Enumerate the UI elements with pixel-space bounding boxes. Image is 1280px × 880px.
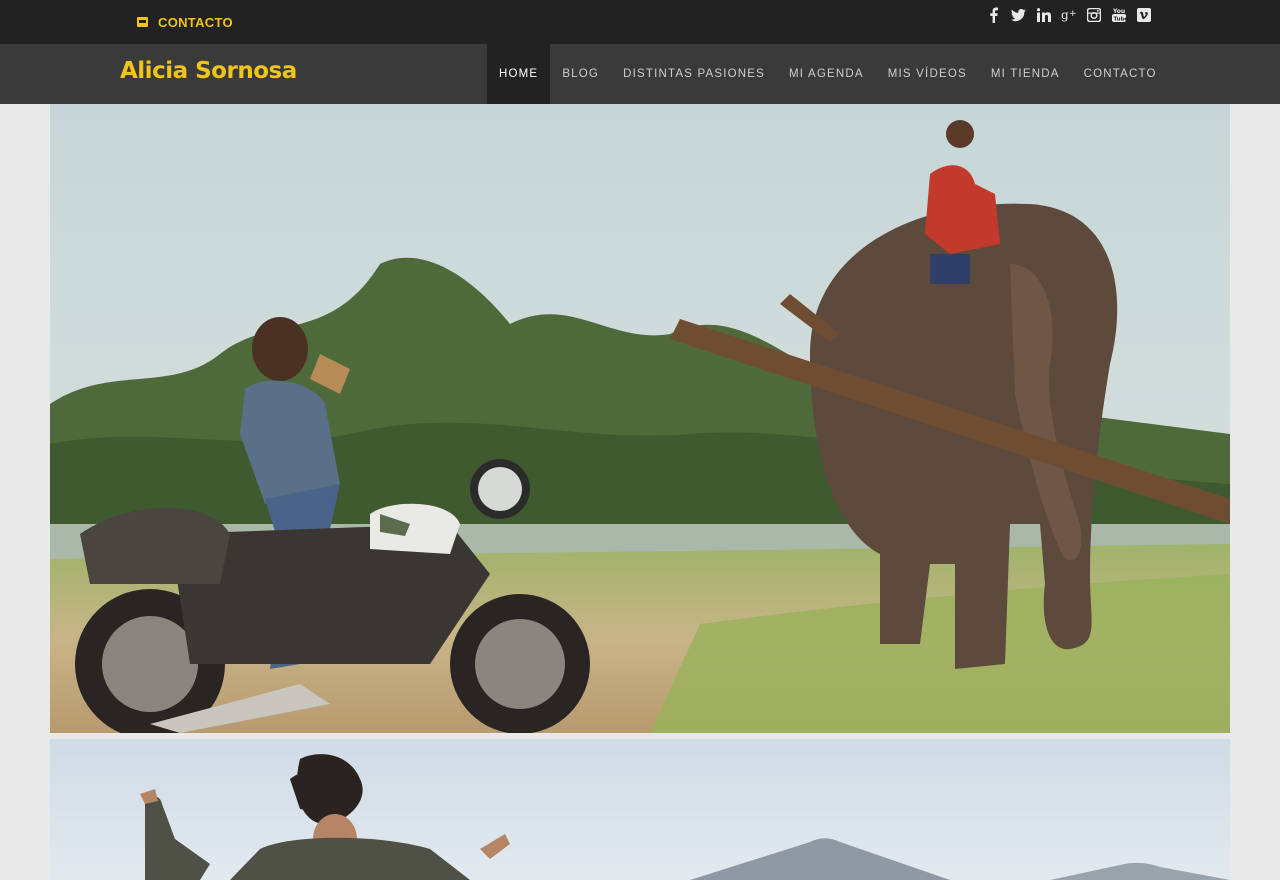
- site-logo[interactable]: Alicia Sornosa: [120, 56, 297, 86]
- svg-text:You: You: [1112, 8, 1125, 15]
- social-links: g+ You Tube: [985, 5, 1152, 25]
- youtube-icon[interactable]: You Tube: [1110, 5, 1127, 25]
- hero-photo-jump-volcanoes: [50, 739, 1230, 880]
- main-menu: HOME BLOG DISTINTAS PASIONES MI AGENDA M…: [487, 44, 1169, 104]
- svg-text:+: +: [1069, 9, 1077, 19]
- nav-item-mis-videos[interactable]: MIS VÍDEOS: [876, 44, 979, 104]
- twitter-icon[interactable]: [1010, 5, 1027, 25]
- top-contact-label: CONTACTO: [158, 14, 233, 30]
- main-navbar: Alicia Sornosa HOME BLOG DISTINTAS PASIO…: [0, 44, 1280, 104]
- google-plus-icon[interactable]: g +: [1060, 5, 1077, 25]
- nav-item-blog[interactable]: BLOG: [550, 44, 611, 104]
- top-bar: CONTACTO g+ You Tube: [0, 0, 1280, 44]
- top-contact-link[interactable]: CONTACTO: [137, 14, 233, 30]
- svg-text:g: g: [1061, 8, 1069, 22]
- hero-photo-motorcycle-elephant: [50, 104, 1230, 733]
- vimeo-icon[interactable]: [1135, 5, 1152, 25]
- nav-item-distintas-pasiones[interactable]: DISTINTAS PASIONES: [611, 44, 777, 104]
- nav-item-mi-agenda[interactable]: MI AGENDA: [777, 44, 876, 104]
- svg-text:Tube: Tube: [1113, 17, 1126, 23]
- linkedin-icon[interactable]: [1035, 5, 1052, 25]
- envelope-icon: [137, 17, 148, 27]
- instagram-icon[interactable]: [1085, 5, 1102, 25]
- nav-item-contacto[interactable]: CONTACTO: [1072, 44, 1169, 104]
- nav-item-home[interactable]: HOME: [487, 44, 551, 104]
- facebook-icon[interactable]: [985, 5, 1002, 25]
- nav-item-mi-tienda[interactable]: MI TIENDA: [979, 44, 1072, 104]
